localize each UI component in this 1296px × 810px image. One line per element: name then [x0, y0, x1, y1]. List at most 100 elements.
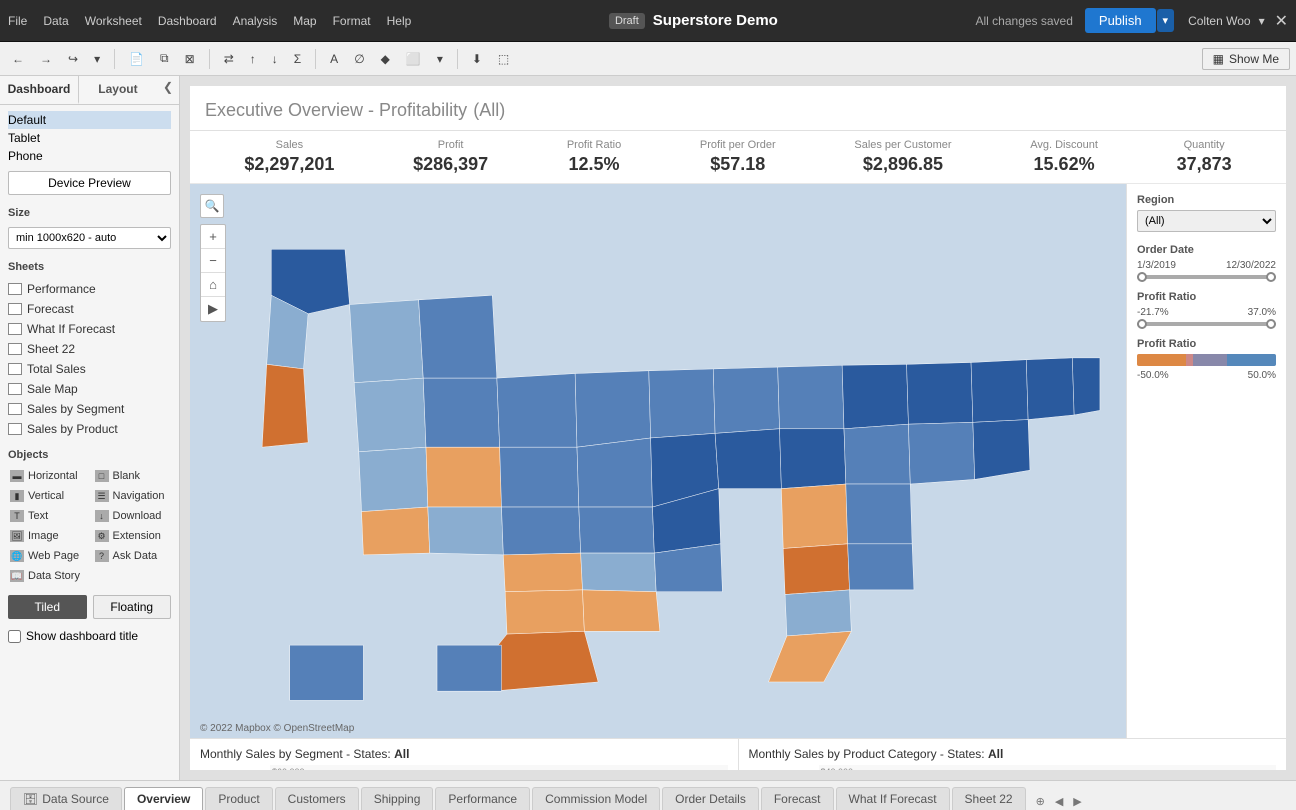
- bottom-tab-shipping[interactable]: Shipping: [361, 787, 434, 810]
- state-fl[interactable]: [768, 631, 851, 682]
- sort-desc-button[interactable]: ↓: [266, 49, 284, 69]
- state-wy[interactable]: [423, 378, 499, 447]
- state-mi[interactable]: [713, 367, 779, 433]
- state-md-de[interactable]: [908, 422, 974, 484]
- bottom-tab-performance[interactable]: Performance: [435, 787, 530, 810]
- new-sheet-button[interactable]: 📄: [123, 49, 150, 69]
- state-id[interactable]: [350, 300, 424, 383]
- state-fl-north[interactable]: [785, 590, 851, 636]
- state-nm[interactable]: [428, 507, 503, 555]
- sheet-item-1[interactable]: Forecast: [0, 299, 179, 319]
- zoom-in-button[interactable]: +: [201, 225, 225, 249]
- object-item-download[interactable]: ↓Download: [91, 507, 174, 525]
- sheet-item-6[interactable]: Sales by Segment: [0, 399, 179, 419]
- date-range-slider[interactable]: [1137, 275, 1276, 279]
- undo-button[interactable]: ←: [6, 49, 30, 69]
- device-tablet[interactable]: Tablet: [8, 129, 171, 147]
- state-pa[interactable]: [842, 364, 908, 428]
- sheet-item-2[interactable]: What If Forecast: [0, 319, 179, 339]
- object-item-vertical[interactable]: ▮Vertical: [6, 487, 89, 505]
- download-button[interactable]: ⬇: [466, 49, 488, 69]
- zoom-out-button[interactable]: −: [201, 249, 225, 273]
- menu-worksheet[interactable]: Worksheet: [85, 14, 142, 28]
- state-nd[interactable]: [497, 374, 577, 448]
- show-title-checkbox[interactable]: [8, 630, 21, 643]
- menu-analysis[interactable]: Analysis: [233, 14, 278, 28]
- state-hi[interactable]: [437, 645, 501, 691]
- mark-type-button[interactable]: ◆: [375, 49, 396, 69]
- state-ut[interactable]: [359, 447, 428, 511]
- date-range-handle-left[interactable]: [1137, 272, 1147, 282]
- publish-button[interactable]: Publish: [1085, 8, 1156, 33]
- state-mo[interactable]: [579, 507, 654, 553]
- sort-asc-button[interactable]: ↑: [244, 49, 262, 69]
- bottom-tab-product[interactable]: Product: [205, 787, 272, 810]
- device-preview-button[interactable]: Device Preview: [8, 171, 171, 195]
- aggregate-button[interactable]: Σ: [288, 49, 307, 69]
- bottom-tab-customers[interactable]: Customers: [275, 787, 359, 810]
- object-item-text[interactable]: TText: [6, 507, 89, 525]
- state-oh[interactable]: [778, 365, 844, 429]
- state-va[interactable]: [844, 424, 910, 484]
- floating-button[interactable]: Floating: [93, 595, 172, 619]
- user-chevron[interactable]: ▾: [1259, 14, 1265, 28]
- panel-collapse-button[interactable]: ❮: [157, 76, 179, 104]
- state-nj-ct[interactable]: [973, 420, 1030, 480]
- bottom-tab-order-details[interactable]: Order Details: [662, 787, 759, 810]
- state-ak[interactable]: [290, 645, 364, 700]
- state-ok[interactable]: [505, 590, 584, 634]
- state-wi[interactable]: [649, 369, 715, 438]
- dropdown-button[interactable]: ▾: [88, 49, 106, 69]
- region-select[interactable]: (All): [1137, 210, 1276, 232]
- fit-button[interactable]: ⬜: [400, 49, 427, 69]
- state-me[interactable]: [1072, 358, 1100, 415]
- tab-scroll-left-icon[interactable]: ◀: [1051, 793, 1067, 810]
- state-mt[interactable]: [419, 295, 497, 378]
- filter-null-button[interactable]: ∅: [348, 49, 370, 69]
- state-nv[interactable]: [354, 378, 426, 452]
- state-la[interactable]: [583, 590, 660, 631]
- state-sc-ga[interactable]: [848, 544, 914, 590]
- profit-ratio-slider[interactable]: [1137, 322, 1276, 326]
- menu-help[interactable]: Help: [387, 14, 412, 28]
- sheet-item-7[interactable]: Sales by Product: [0, 419, 179, 439]
- bottom-tab-commission-model[interactable]: Commission Model: [532, 787, 660, 810]
- fit-dropdown-button[interactable]: ▾: [431, 49, 449, 69]
- state-wv[interactable]: [780, 429, 846, 489]
- state-in[interactable]: [715, 429, 781, 489]
- sheet-item-0[interactable]: Performance: [0, 279, 179, 299]
- state-ne[interactable]: [971, 360, 1028, 423]
- sheet-item-5[interactable]: Sale Map: [0, 379, 179, 399]
- map-search-button[interactable]: 🔍: [200, 194, 224, 218]
- tab-data-source[interactable]: 🗄 Data Source: [10, 787, 122, 810]
- state-nc[interactable]: [846, 484, 912, 544]
- close-button[interactable]: ✕: [1275, 11, 1288, 31]
- tiled-button[interactable]: Tiled: [8, 595, 87, 619]
- sheet-item-4[interactable]: Total Sales: [0, 359, 179, 379]
- device-phone[interactable]: Phone: [8, 147, 171, 165]
- state-ca[interactable]: [262, 364, 308, 447]
- state-ar[interactable]: [581, 553, 656, 592]
- state-ny[interactable]: [907, 362, 973, 424]
- state-ia[interactable]: [577, 438, 652, 507]
- tab-layout[interactable]: Layout: [79, 76, 157, 104]
- size-select[interactable]: min 1000x620 - auto: [8, 227, 171, 249]
- bottom-tab-sheet-22[interactable]: Sheet 22: [952, 787, 1026, 810]
- device-default[interactable]: Default: [8, 111, 171, 129]
- show-me-button[interactable]: ▦ Show Me: [1202, 48, 1290, 70]
- tab-dashboard[interactable]: Dashboard: [0, 76, 79, 104]
- menu-map[interactable]: Map: [293, 14, 316, 28]
- state-mn[interactable]: [575, 371, 650, 447]
- object-item-navigation[interactable]: ☰Navigation: [91, 487, 174, 505]
- menu-file[interactable]: File: [8, 14, 27, 28]
- state-az[interactable]: [362, 507, 430, 555]
- object-item-data-story[interactable]: 📖Data Story: [6, 567, 89, 585]
- menu-data[interactable]: Data: [43, 14, 68, 28]
- clear-button[interactable]: ⊠: [179, 49, 201, 69]
- bottom-tab-what-if-forecast[interactable]: What If Forecast: [836, 787, 950, 810]
- object-item-blank[interactable]: □Blank: [91, 467, 174, 485]
- state-ne-state[interactable]: [501, 507, 580, 555]
- state-sd[interactable]: [500, 447, 579, 507]
- date-range-handle-right[interactable]: [1266, 272, 1276, 282]
- duplicate-button[interactable]: ⧉: [154, 48, 175, 69]
